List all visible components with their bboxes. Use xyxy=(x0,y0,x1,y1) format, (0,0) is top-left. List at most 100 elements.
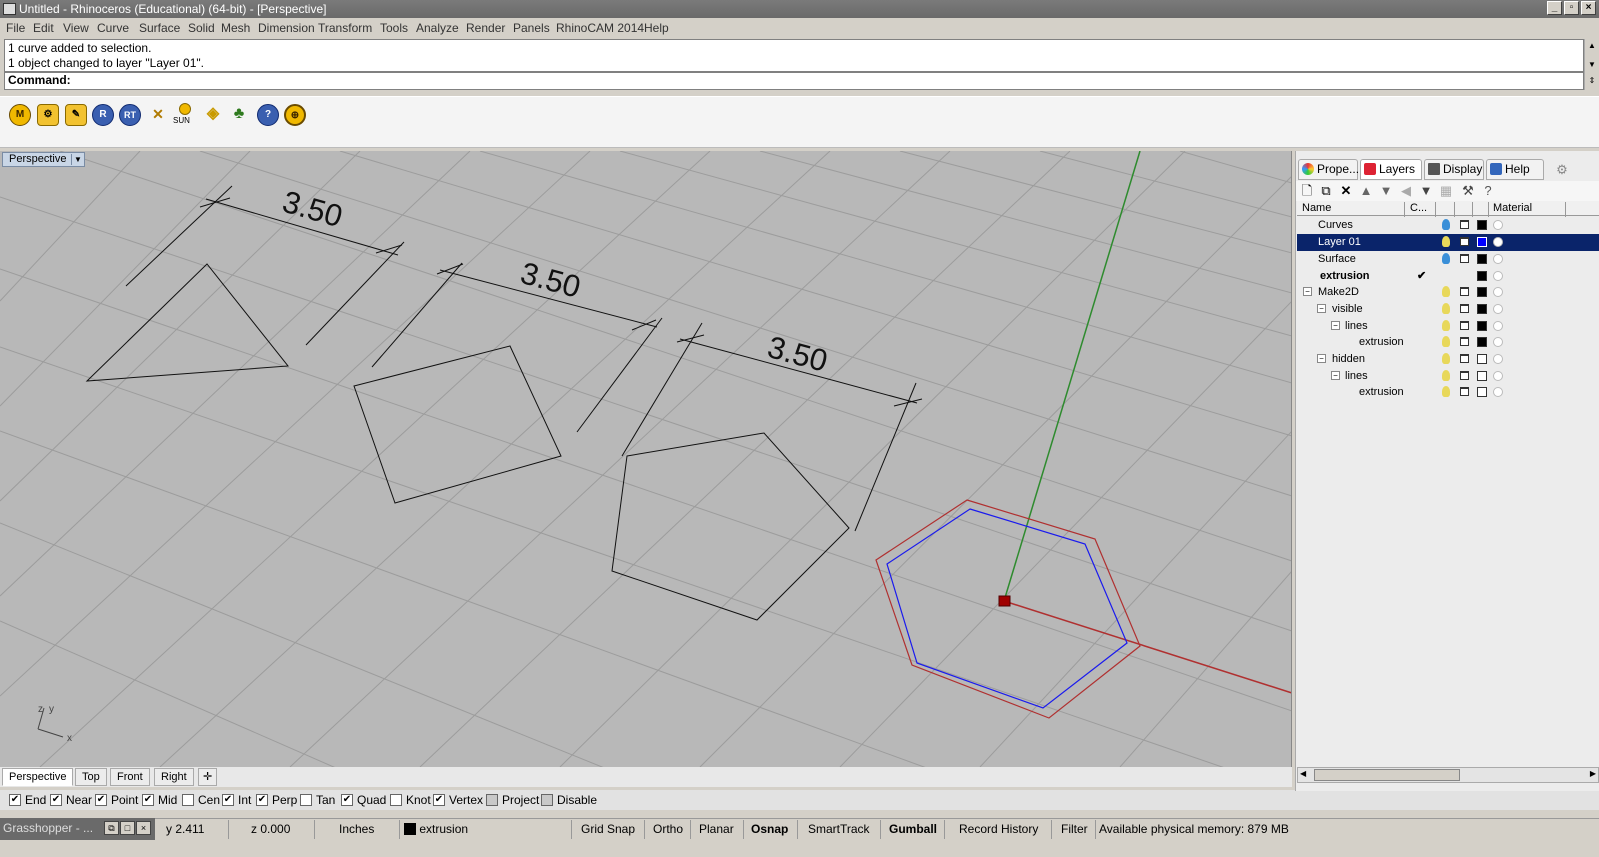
column-name[interactable]: Name xyxy=(1302,202,1331,214)
menu-curve[interactable]: Curve xyxy=(97,21,129,35)
material-icon[interactable] xyxy=(1493,354,1503,364)
target-icon[interactable]: ⊕ xyxy=(284,104,306,126)
lock-icon[interactable] xyxy=(1460,387,1469,396)
checkbox-icon[interactable]: ✔ xyxy=(256,794,268,806)
osnap-tan[interactable]: Tan xyxy=(300,793,335,807)
move-down-icon[interactable]: ▼ xyxy=(1378,184,1394,198)
spinner-icon[interactable]: ⇕ xyxy=(1585,75,1599,87)
osnap-mid[interactable]: ✔ Mid xyxy=(142,793,177,807)
rhino-app-icon[interactable] xyxy=(3,3,16,15)
layer-color-swatch[interactable] xyxy=(1477,387,1487,397)
osnap-disable[interactable]: Disable xyxy=(541,793,597,807)
layer-color-swatch[interactable] xyxy=(1477,337,1487,347)
lock-icon[interactable] xyxy=(1460,254,1469,263)
checkbox-icon[interactable] xyxy=(541,794,553,806)
lightbulb-icon[interactable] xyxy=(1442,303,1450,314)
m-icon[interactable]: M xyxy=(9,104,31,126)
render-preview-icon[interactable]: ✎ xyxy=(65,104,87,126)
layer-row-curves[interactable]: Curves xyxy=(1297,217,1599,234)
collapse-icon[interactable]: − xyxy=(1317,354,1326,363)
rt-icon[interactable]: RT xyxy=(119,104,141,126)
osnap-cen[interactable]: Cen xyxy=(182,793,220,807)
layer-row-make2d[interactable]: − Make2D xyxy=(1297,284,1599,301)
material-icon[interactable] xyxy=(1493,321,1503,331)
layer-color-swatch[interactable] xyxy=(1477,271,1487,281)
lock-icon[interactable] xyxy=(1460,321,1469,330)
menu-render[interactable]: Render xyxy=(466,21,505,35)
help-icon[interactable]: ? xyxy=(1480,184,1496,198)
lightbulb-icon[interactable] xyxy=(1442,219,1450,230)
lightbulb-icon[interactable] xyxy=(1442,353,1450,364)
record-history-toggle[interactable]: Record History xyxy=(959,822,1038,836)
r-icon[interactable]: R xyxy=(92,104,114,126)
chevron-down-icon[interactable]: ▼ xyxy=(71,154,83,165)
layer-row-hidden[interactable]: − hidden xyxy=(1297,351,1599,368)
columns-icon[interactable]: ▦ xyxy=(1438,184,1454,198)
layer-color-swatch[interactable] xyxy=(1477,287,1487,297)
scroll-right-icon[interactable]: ▶ xyxy=(1590,769,1596,778)
menu-view[interactable]: View xyxy=(63,21,89,35)
layer-color-swatch[interactable] xyxy=(1477,304,1487,314)
viewport-title-tab[interactable]: Perspective ▼ xyxy=(2,152,86,167)
perspective-viewport[interactable]: 3.50 3.50 3.50 z y x xyxy=(0,151,1292,767)
minimize-button[interactable]: _ xyxy=(1547,1,1562,15)
layer-row-visible[interactable]: − visible xyxy=(1297,301,1599,318)
checkbox-icon[interactable]: ✔ xyxy=(222,794,234,806)
menu-surface[interactable]: Surface xyxy=(139,21,180,35)
layer-row-extrusion-current[interactable]: extrusion ✔ xyxy=(1297,268,1599,285)
move-parent-icon[interactable]: ◀ xyxy=(1398,184,1414,198)
gear-icon[interactable]: ⚙ xyxy=(1554,163,1570,177)
menu-edit[interactable]: Edit xyxy=(33,21,54,35)
lightbulb-icon[interactable] xyxy=(1442,320,1450,331)
layer-color-swatch[interactable] xyxy=(1477,220,1487,230)
tab-display[interactable]: Display xyxy=(1424,159,1484,180)
scroll-down-icon[interactable]: ▼ xyxy=(1585,59,1599,71)
tab-perspective[interactable]: Perspective xyxy=(2,768,74,786)
material-icon[interactable] xyxy=(1493,237,1503,247)
material-icon[interactable] xyxy=(1493,220,1503,230)
osnap-quad[interactable]: ✔ Quad xyxy=(341,793,386,807)
layer-color-swatch[interactable] xyxy=(1477,354,1487,364)
tab-top[interactable]: Top xyxy=(75,768,107,786)
checkbox-icon[interactable]: ✔ xyxy=(50,794,62,806)
delete-layer-icon[interactable]: ✕ xyxy=(1338,184,1354,198)
layer-row-visible-lines[interactable]: − lines xyxy=(1297,318,1599,335)
grasshopper-minimized-window[interactable]: Grasshopper - ... ⧉ □ × xyxy=(0,818,155,840)
material-icon[interactable] xyxy=(1493,287,1503,297)
layer-row-hidden-extrusion[interactable]: extrusion xyxy=(1297,384,1599,401)
material-icon[interactable] xyxy=(1493,304,1503,314)
menu-panels[interactable]: Panels xyxy=(513,21,550,35)
layer-row-surface[interactable]: Surface xyxy=(1297,251,1599,268)
osnap-project[interactable]: Project xyxy=(486,793,539,807)
material-icon[interactable] xyxy=(1493,337,1503,347)
lock-icon[interactable] xyxy=(1460,220,1469,229)
scroll-left-icon[interactable]: ◀ xyxy=(1300,769,1306,778)
menu-solid[interactable]: Solid xyxy=(188,21,215,35)
restore-icon[interactable]: ⧉ xyxy=(104,821,119,835)
smarttrack-toggle[interactable]: SmartTrack xyxy=(808,822,870,836)
material-icon[interactable] xyxy=(1493,387,1503,397)
checkbox-icon[interactable]: ✔ xyxy=(95,794,107,806)
current-layer[interactable]: extrusion xyxy=(404,822,468,836)
tools-icon[interactable]: ⚒ xyxy=(1460,184,1476,198)
layer-color-swatch[interactable] xyxy=(1477,371,1487,381)
tree-plugin-icon[interactable]: ♣ xyxy=(228,104,250,126)
maximize-icon[interactable]: □ xyxy=(120,821,135,835)
tab-help[interactable]: Help xyxy=(1486,159,1544,180)
collapse-icon[interactable]: − xyxy=(1303,287,1312,296)
scroll-thumb[interactable] xyxy=(1314,769,1460,781)
tab-front[interactable]: Front xyxy=(110,768,150,786)
units[interactable]: Inches xyxy=(339,822,374,836)
layer-row-layer-01[interactable]: Layer 01 xyxy=(1297,234,1599,251)
grid-snap-toggle[interactable]: Grid Snap xyxy=(581,822,635,836)
lightbulb-icon[interactable] xyxy=(1442,236,1450,247)
collapse-icon[interactable]: − xyxy=(1331,371,1340,380)
lock-icon[interactable] xyxy=(1460,371,1469,380)
checkbox-icon[interactable] xyxy=(390,794,402,806)
checkbox-icon[interactable] xyxy=(300,794,312,806)
lightbulb-icon[interactable] xyxy=(1442,336,1450,347)
layer-color-swatch[interactable] xyxy=(1477,237,1487,247)
layer-color-swatch[interactable] xyxy=(1477,254,1487,264)
material-icon[interactable] xyxy=(1493,271,1503,281)
osnap-end[interactable]: ✔ End xyxy=(9,793,46,807)
